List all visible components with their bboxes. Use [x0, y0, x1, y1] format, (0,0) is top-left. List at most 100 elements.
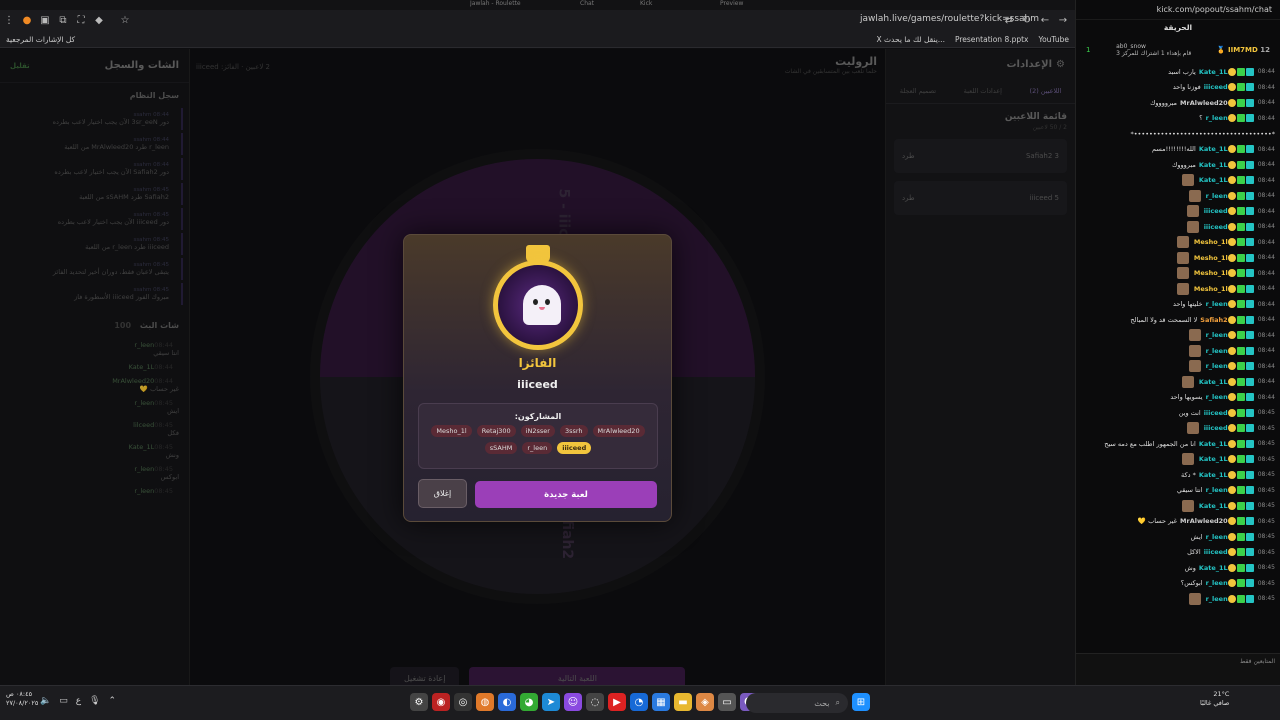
winner-label: الفائزا	[518, 356, 557, 370]
forward-icon[interactable]: →	[1054, 11, 1072, 29]
start-windows-icon[interactable]: ⊞	[852, 693, 870, 711]
message-time: 08:44	[1257, 99, 1275, 107]
gift-subtext: قام بإهداء 1 اشتراك للمركز 3	[1116, 50, 1192, 57]
message-username[interactable]: Kate_1L	[1199, 502, 1228, 510]
explorer-app-icon[interactable]: ▬	[674, 693, 692, 711]
discord-app-icon[interactable]: ☺	[564, 693, 582, 711]
message-username[interactable]: iiiceed	[1204, 548, 1228, 556]
bookmark-link[interactable]: YouTube	[1039, 35, 1070, 44]
recorder-app-icon[interactable]: ◉	[432, 693, 450, 711]
menu-icon[interactable]: ⋮	[0, 11, 18, 29]
bookmark-link[interactable]: X ينقل لك ما يحدث...	[876, 35, 945, 44]
message-username[interactable]: r_leen	[1206, 300, 1228, 308]
message-username[interactable]: r_leen	[1206, 595, 1228, 603]
telegram-app-icon[interactable]: ➤	[542, 693, 560, 711]
language-icon[interactable]: ع	[76, 696, 81, 706]
sidebar-icon[interactable]: ▣	[36, 11, 54, 29]
message-username[interactable]: r_leen	[1206, 331, 1228, 339]
copilot-icon[interactable]: ◆	[90, 11, 108, 29]
message-username[interactable]: Mesho_1l	[1194, 285, 1228, 293]
chat-message: 08:45 iiiceed الاكل	[1076, 545, 1280, 561]
message-username[interactable]: Kate_1L	[1199, 378, 1228, 386]
user-badges-icon	[1227, 594, 1255, 603]
message-username[interactable]: r_leen	[1206, 114, 1228, 122]
close-button[interactable]: إغلاق	[418, 479, 467, 508]
message-username[interactable]: iiiceed	[1204, 424, 1228, 432]
network-icon[interactable]: ▭	[59, 696, 68, 706]
store-app-icon[interactable]: ▦	[652, 693, 670, 711]
browser-app-icon[interactable]: ◍	[476, 693, 494, 711]
edge-app-icon[interactable]: ◐	[498, 693, 516, 711]
speaker-icon[interactable]: 🔈	[40, 696, 51, 706]
bookmark-star-icon[interactable]: ☆	[116, 11, 134, 29]
message-text: انت وين	[1178, 408, 1201, 417]
message-username[interactable]: Kate_1L	[1199, 471, 1228, 479]
youtube-app-icon[interactable]: ▶	[608, 693, 626, 711]
powerpoint-app-icon[interactable]: ◈	[696, 693, 714, 711]
message-username[interactable]: Kate_1L	[1199, 176, 1228, 184]
tab[interactable]: Preview	[720, 0, 780, 10]
taskbar-search[interactable]: بحث ⌕	[746, 693, 848, 713]
settings-app-icon[interactable]: ⚙	[410, 693, 428, 711]
message-time: 08:44	[1257, 347, 1275, 355]
leader-count: 12	[1260, 46, 1270, 54]
user-badges-icon	[1227, 114, 1255, 123]
message-username[interactable]: r_leen	[1206, 362, 1228, 370]
tab[interactable]: Chat	[580, 0, 620, 10]
message-time: 08:45	[1257, 455, 1275, 463]
message-time: 08:44	[1257, 378, 1275, 386]
taskbar-apps: ⚙ ◉ ◎ ◍ ◐ ◕ ➤ ☺ ◌ ▶ ◔ ▦ ▬ ◈ ▭ ☻	[410, 693, 758, 711]
message-username[interactable]: r_leen	[1206, 192, 1228, 200]
message-username[interactable]: Mesho_1l	[1194, 238, 1228, 246]
message-username[interactable]: iiiceed	[1204, 409, 1228, 417]
message-time: 08:44	[1257, 393, 1275, 401]
chrome-app-icon[interactable]: ◕	[520, 693, 538, 711]
message-time: 08:44	[1257, 207, 1275, 215]
message-username[interactable]: r_leen	[1206, 486, 1228, 494]
system-clock[interactable]: ٠٨:٤٥ ص ٢٧/٠٨/٢٠٢٥	[6, 690, 38, 708]
message-username[interactable]: Kate_1L	[1199, 564, 1228, 572]
tab-search-icon[interactable]: ⇄	[1000, 11, 1018, 29]
message-username[interactable]: MrAlwleed20	[1180, 517, 1228, 525]
window-app-icon[interactable]: ▭	[718, 693, 736, 711]
chat-input[interactable]: المتابعين فقط	[1076, 654, 1280, 669]
edge-browser-icon[interactable]: ◔	[630, 693, 648, 711]
message-username[interactable]: Kate_1L	[1199, 440, 1228, 448]
tray-expand-icon[interactable]: ⌃	[109, 696, 117, 706]
message-username[interactable]: Kate_1L	[1199, 68, 1228, 76]
profile-icon[interactable]: ●	[18, 11, 36, 29]
extensions-icon[interactable]: ⧉	[54, 11, 72, 29]
message-username[interactable]: iiiceed	[1204, 83, 1228, 91]
weather-widget[interactable]: 21°C صافي غالبًا	[1200, 690, 1229, 708]
message-username[interactable]: Mesho_1l	[1194, 254, 1228, 262]
message-username[interactable]: r_leen	[1206, 347, 1228, 355]
participants-box: المشاركون: MrAlwleed20 3ssrh iN2sser Retaj3…	[418, 403, 658, 469]
message-username[interactable]: Kate_1L	[1199, 145, 1228, 153]
message-time: 08:44	[1257, 83, 1275, 91]
message-username[interactable]: Mesho_1l	[1194, 269, 1228, 277]
message-username[interactable]: r_leen	[1206, 579, 1228, 587]
back-icon[interactable]: ←	[1036, 11, 1054, 29]
chat-messages: 08:44 Kate_1L يارب اسبد 08:44 iiiceed فوزنا و…	[1076, 64, 1280, 607]
message-username[interactable]: Safiah2	[1200, 316, 1227, 324]
message-username[interactable]: Kate_1L	[1199, 455, 1228, 463]
windows-taskbar: ٠٨:٤٥ ص ٢٧/٠٨/٢٠٢٥ 🔈 ▭ ع 🎙 ⌃ ⚙ ◉ ◎ ◍ ◐ ◕…	[0, 685, 1280, 720]
reload-icon[interactable]: ↻	[1018, 11, 1036, 29]
message-username[interactable]: r_leen	[1206, 533, 1228, 541]
message-time: 08:45	[1257, 595, 1275, 603]
user-badges-icon	[1227, 269, 1255, 278]
message-username[interactable]: r_leen	[1206, 393, 1228, 401]
screenshot-icon[interactable]: ⛶	[72, 11, 90, 29]
tab[interactable]: Jawlah - Roulette	[470, 0, 560, 10]
message-username[interactable]: iiiceed	[1204, 223, 1228, 231]
obs-app-icon[interactable]: ◎	[454, 693, 472, 711]
message-username[interactable]: iiiceed	[1204, 207, 1228, 215]
mic-icon[interactable]: 🎙	[89, 696, 100, 706]
all-bookmarks-link[interactable]: كل الإشارات المرجعية	[6, 35, 75, 44]
tab[interactable]: Kick	[640, 0, 710, 10]
bookmark-link[interactable]: Presentation 8.pptx	[955, 35, 1029, 44]
new-game-button[interactable]: لعبة جديدة	[475, 481, 657, 508]
message-username[interactable]: Kate_1L	[1199, 161, 1228, 169]
obs-studio-icon[interactable]: ◌	[586, 693, 604, 711]
message-username[interactable]: MrAlwleed20	[1180, 99, 1228, 107]
